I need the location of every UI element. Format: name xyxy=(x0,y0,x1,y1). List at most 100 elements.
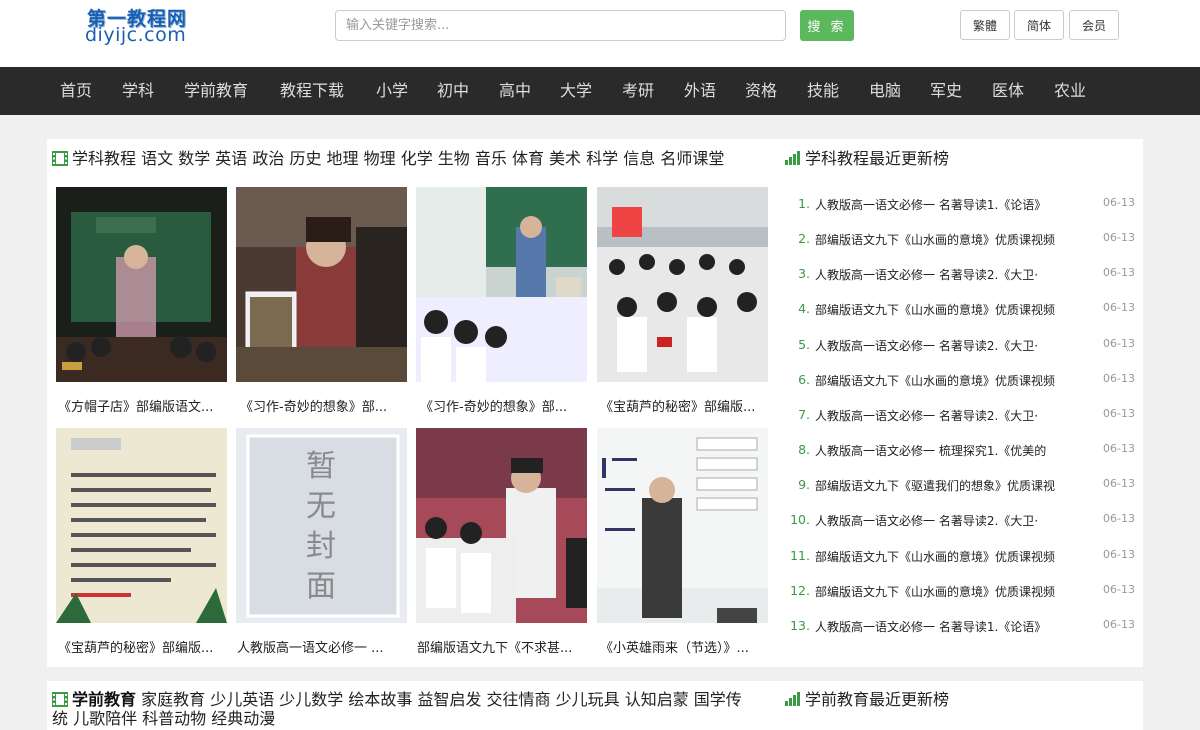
rank-date: 06-13 xyxy=(1103,442,1135,455)
rank-title[interactable]: 部编版语文九下《山水画的意境》优质课视频 xyxy=(815,231,1080,248)
rank-number: 10. xyxy=(790,512,810,527)
list-item[interactable]: 11. 部编版语文九下《山水画的意境》优质课视频 06-13 xyxy=(785,548,1135,568)
ranking-title-text: 学前教育最近更新榜 xyxy=(805,690,950,709)
video-caption[interactable]: 人教版高一语文必修一 ... xyxy=(237,637,412,656)
nav-item[interactable]: 学科 xyxy=(122,67,154,115)
preschool-ranking-panel: 学前教育最近更新榜 xyxy=(780,681,1143,730)
ranking-title: 学科教程最近更新榜 xyxy=(785,149,949,169)
video-thumbnail[interactable] xyxy=(56,187,227,382)
thumbnail-image xyxy=(416,428,587,623)
list-item[interactable]: 10. 人教版高一语文必修一 名著导读2.《大卫· 06-13 xyxy=(785,512,1135,532)
video-thumbnail[interactable] xyxy=(597,187,768,382)
nav-item[interactable]: 医体 xyxy=(992,67,1024,115)
nav-item[interactable]: 教程下载 xyxy=(280,67,344,115)
nav-item[interactable]: 电脑 xyxy=(869,67,901,115)
section-title-tags-line2[interactable]: 统 儿歌陪伴 科普动物 经典动漫 xyxy=(52,709,275,729)
preschool-panel: 学前教育 家庭教育 少儿英语 少儿数学 绘本故事 益智启发 交往情商 少儿玩具 … xyxy=(47,681,780,730)
video-thumbnail[interactable] xyxy=(56,428,227,623)
thumbnail-image xyxy=(597,428,768,623)
nav-item[interactable]: 技能 xyxy=(807,67,839,115)
video-caption[interactable]: 部编版语文九下《不求甚... xyxy=(417,637,592,656)
rank-date: 06-13 xyxy=(1103,337,1135,350)
nav-item[interactable]: 初中 xyxy=(437,67,469,115)
list-item[interactable]: 3. 人教版高一语文必修一 名著导读2.《大卫· 06-13 xyxy=(785,266,1135,286)
rank-title[interactable]: 人教版高一语文必修一 名著导读2.《大卫· xyxy=(815,337,1080,354)
section-title-main[interactable]: 学前教育 xyxy=(72,690,136,709)
video-caption[interactable]: 《习作-奇妙的想象》部... xyxy=(420,396,595,415)
video-caption[interactable]: 《宝葫芦的秘密》部编版... xyxy=(600,396,775,415)
nav-item[interactable]: 外语 xyxy=(684,67,716,115)
header: 第一教程网 diyijc.com 搜 索 繁體 简体 会员 xyxy=(0,0,1200,67)
list-item[interactable]: 7. 人教版高一语文必修一 名著导读2.《大卫· 06-13 xyxy=(785,407,1135,427)
rank-number: 9. xyxy=(798,477,810,492)
film-icon xyxy=(52,151,68,166)
logo-en-text: diyijc.com xyxy=(85,24,187,46)
nav-item[interactable]: 农业 xyxy=(1054,67,1086,115)
rank-title[interactable]: 人教版高一语文必修一 名著导读2.《大卫· xyxy=(815,266,1080,283)
rank-title[interactable]: 人教版高一语文必修一 名著导读2.《大卫· xyxy=(815,512,1080,529)
section-title-tags[interactable]: 语文 数学 英语 政治 历史 地理 物理 化学 生物 音乐 体育 美术 科学 信… xyxy=(141,149,724,168)
cover-char: 面 xyxy=(306,569,336,604)
list-item[interactable]: 6. 部编版语文九下《山水画的意境》优质课视频 06-13 xyxy=(785,372,1135,392)
rank-title[interactable]: 部编版语文九下《驱遣我们的想象》优质课视 xyxy=(815,477,1080,494)
list-item[interactable]: 8. 人教版高一语文必修一 梳理探究1.《优美的 06-13 xyxy=(785,442,1135,462)
list-item[interactable]: 2. 部编版语文九下《山水画的意境》优质课视频 06-13 xyxy=(785,231,1135,251)
rank-number: 8. xyxy=(798,442,810,457)
video-thumbnail[interactable] xyxy=(416,187,587,382)
search-button[interactable]: 搜 索 xyxy=(800,10,854,41)
site-logo[interactable]: 第一教程网 diyijc.com xyxy=(85,4,220,46)
search-input[interactable] xyxy=(335,10,786,41)
video-caption[interactable]: 《习作-奇妙的想象》部... xyxy=(240,396,415,415)
simplified-chinese-button[interactable]: 简体 xyxy=(1014,10,1064,40)
traditional-chinese-button[interactable]: 繁體 xyxy=(960,10,1010,40)
rank-number: 5. xyxy=(798,337,810,352)
cover-char: 暂 xyxy=(306,449,336,484)
video-caption[interactable]: 《方帽子店》部编版语文... xyxy=(58,396,233,415)
rank-title[interactable]: 部编版语文九下《山水画的意境》优质课视频 xyxy=(815,548,1080,565)
rank-title[interactable]: 人教版高一语文必修一 名著导读2.《大卫· xyxy=(815,407,1080,424)
nav-item[interactable]: 军史 xyxy=(930,67,962,115)
nav-item[interactable]: 小学 xyxy=(376,67,408,115)
rank-title[interactable]: 部编版语文九下《山水画的意境》优质课视频 xyxy=(815,583,1080,600)
video-thumbnail[interactable] xyxy=(416,428,587,623)
section-title-main[interactable]: 学科教程 xyxy=(72,149,136,168)
list-item[interactable]: 4. 部编版语文九下《山水画的意境》优质课视频 06-13 xyxy=(785,301,1135,321)
list-item[interactable]: 12. 部编版语文九下《山水画的意境》优质课视频 06-13 xyxy=(785,583,1135,603)
bar-chart-icon xyxy=(785,692,800,706)
no-cover-image: 暂 无 封 面 xyxy=(236,428,407,623)
section-title-tags[interactable]: 家庭教育 少儿英语 少儿数学 绘本故事 益智启发 交往情商 少儿玩具 认知启蒙 … xyxy=(141,690,742,709)
nav-item[interactable]: 考研 xyxy=(622,67,654,115)
rank-title[interactable]: 人教版高一语文必修一 梳理探究1.《优美的 xyxy=(815,442,1080,459)
list-item[interactable]: 9. 部编版语文九下《驱遣我们的想象》优质课视 06-13 xyxy=(785,477,1135,497)
video-caption[interactable]: 《小英雄雨来（节选）》... xyxy=(600,637,775,656)
rank-title[interactable]: 部编版语文九下《山水画的意境》优质课视频 xyxy=(815,301,1080,318)
list-item[interactable]: 1. 人教版高一语文必修一 名著导读1.《论语》 06-13 xyxy=(785,196,1135,216)
nav-item[interactable]: 高中 xyxy=(499,67,531,115)
video-thumbnail[interactable] xyxy=(597,428,768,623)
rank-date: 06-13 xyxy=(1103,231,1135,244)
nav-item[interactable]: 首页 xyxy=(60,67,92,115)
nav-item[interactable]: 大学 xyxy=(560,67,592,115)
rank-title[interactable]: 人教版高一语文必修一 名著导读1.《论语》 xyxy=(815,196,1080,213)
rank-date: 06-13 xyxy=(1103,266,1135,279)
video-thumbnail[interactable] xyxy=(236,187,407,382)
film-icon xyxy=(52,692,68,707)
cover-char: 封 xyxy=(306,529,336,564)
thumbnail-image xyxy=(236,187,407,382)
rank-date: 06-13 xyxy=(1103,618,1135,631)
list-item[interactable]: 13. 人教版高一语文必修一 名著导读1.《论语》 06-13 xyxy=(785,618,1135,638)
thumbnail-image xyxy=(597,187,768,382)
video-caption[interactable]: 《宝葫芦的秘密》部编版... xyxy=(58,637,233,656)
thumbnail-image xyxy=(56,428,227,623)
rank-date: 06-13 xyxy=(1103,583,1135,596)
rank-number: 13. xyxy=(790,618,810,633)
rank-title[interactable]: 人教版高一语文必修一 名著导读1.《论语》 xyxy=(815,618,1080,635)
member-button[interactable]: 会员 xyxy=(1069,10,1119,40)
video-thumbnail[interactable]: 暂 无 封 面 xyxy=(236,428,407,623)
list-item[interactable]: 5. 人教版高一语文必修一 名著导读2.《大卫· 06-13 xyxy=(785,337,1135,357)
nav-item[interactable]: 资格 xyxy=(745,67,777,115)
rank-title[interactable]: 部编版语文九下《山水画的意境》优质课视频 xyxy=(815,372,1080,389)
rank-number: 6. xyxy=(798,372,810,387)
nav-item[interactable]: 学前教育 xyxy=(184,67,248,115)
rank-date: 06-13 xyxy=(1103,548,1135,561)
